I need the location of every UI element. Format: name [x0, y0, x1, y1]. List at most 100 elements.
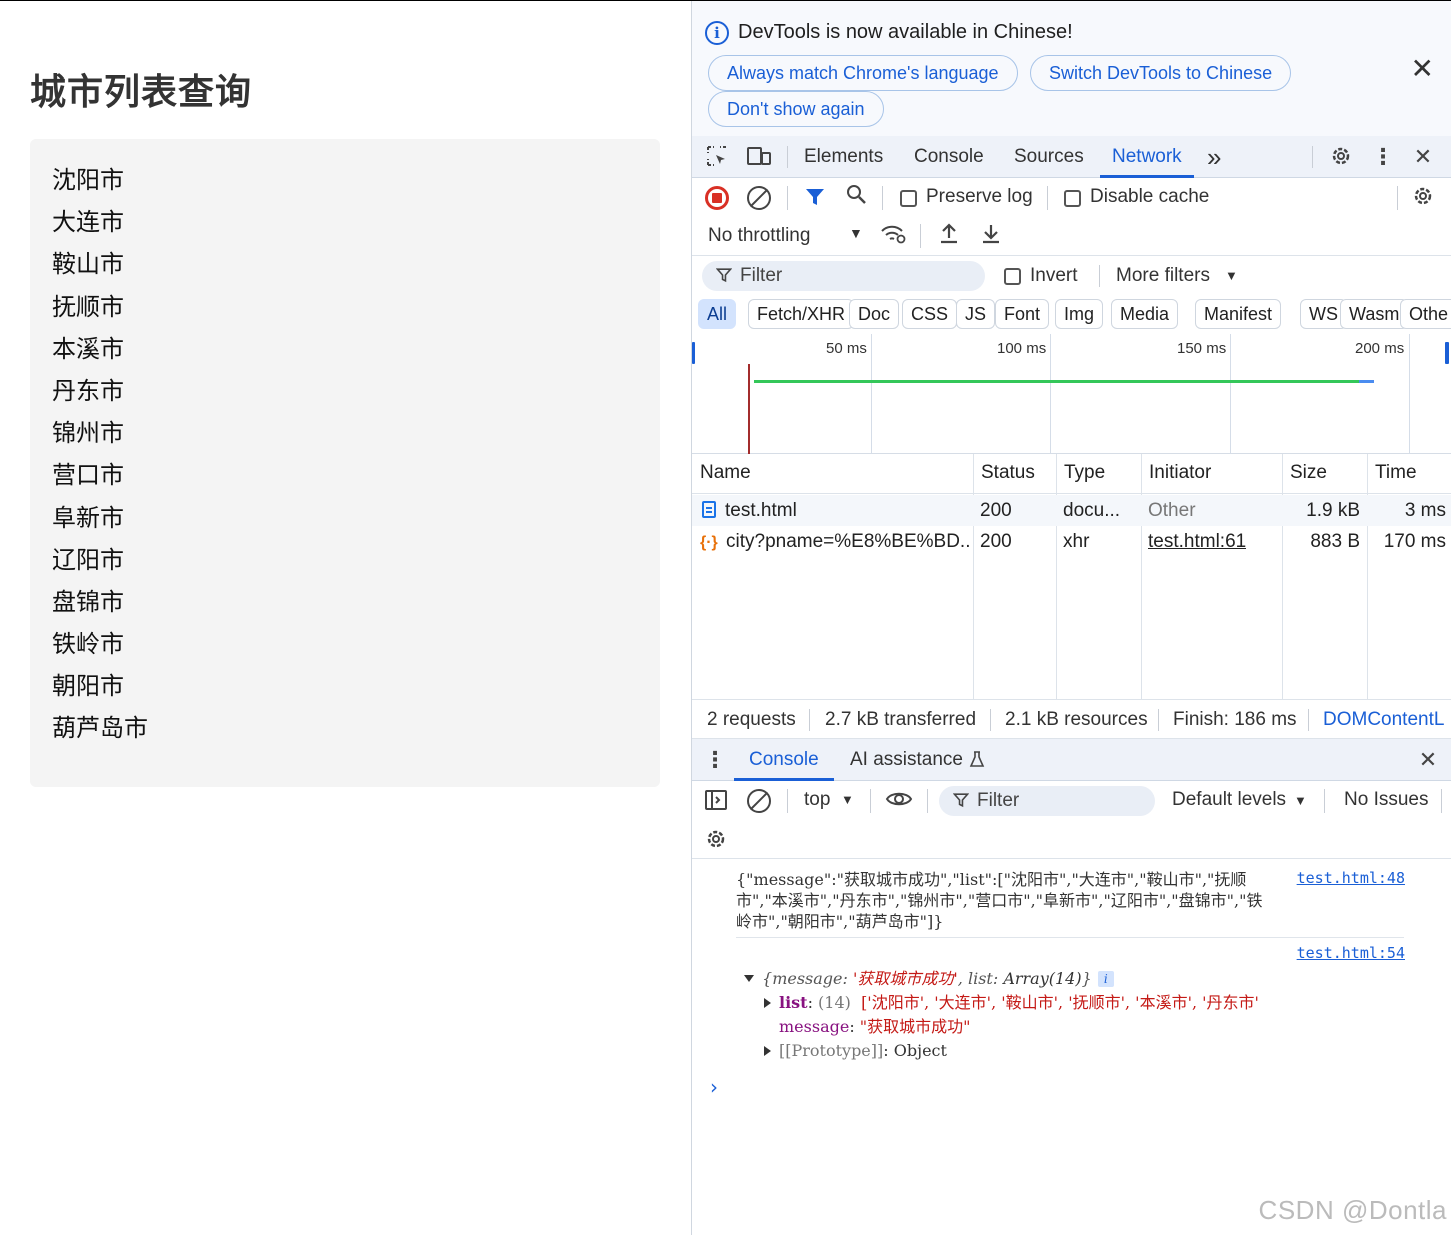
info-badge-icon[interactable]: i — [1097, 971, 1114, 987]
prop-key: [[Prototype]] — [779, 1041, 884, 1060]
list-property[interactable]: list: (14) ['沈阳市', '大连市', '鞍山市', '抚顺市', … — [764, 992, 1259, 1014]
summary-domcontentloaded: DOMContentL — [1323, 709, 1445, 730]
drawer-menu-icon[interactable]: ⋮ — [702, 747, 728, 773]
city-list-item: 丹东市 — [52, 377, 124, 405]
preserve-log-checkbox[interactable] — [900, 190, 917, 207]
grid-line — [1230, 334, 1231, 454]
prop-value: Object — [893, 1041, 947, 1060]
type-filter-js[interactable]: JS — [956, 299, 996, 329]
settings-gear-icon[interactable] — [1328, 144, 1354, 170]
issues-counter[interactable]: No Issues — [1344, 789, 1428, 811]
filter-funnel-icon[interactable] — [804, 186, 826, 214]
table-row[interactable]: test.html 200 docu... Other 1.9 kB 3 ms — [692, 495, 1451, 526]
chevron-down-icon[interactable]: ▼ — [1225, 268, 1238, 283]
inspect-element-icon[interactable] — [704, 144, 730, 170]
kebab-menu-icon[interactable]: ⋮ — [1370, 144, 1396, 170]
divider — [1047, 186, 1048, 210]
chevron-down-icon[interactable]: ▼ — [1294, 793, 1307, 808]
divider — [787, 186, 788, 210]
type-filter-font[interactable]: Font — [995, 299, 1050, 329]
source-link[interactable]: test.html:48 — [1297, 869, 1405, 887]
obj-key: message — [772, 969, 843, 988]
column-header-type[interactable]: Type — [1056, 454, 1141, 494]
network-request-table: Name Status Type Initiator Size Time tes… — [692, 454, 1451, 699]
switch-chinese-button[interactable]: Switch DevTools to Chinese — [1030, 55, 1292, 91]
close-drawer-icon[interactable]: ✕ — [1415, 747, 1441, 773]
type-filter-manifest[interactable]: Manifest — [1195, 299, 1282, 329]
type-filter-media[interactable]: Media — [1111, 299, 1179, 329]
expand-triangle-icon[interactable] — [764, 1046, 771, 1056]
table-row[interactable]: {·} city?pname=%E8%BE%BD... 200 xhr test.… — [692, 526, 1451, 557]
request-status: 200 — [980, 500, 1012, 521]
close-devtools-icon[interactable]: ✕ — [1410, 144, 1436, 170]
request-bar-waiting — [754, 380, 1359, 383]
throttling-select[interactable]: No throttling — [708, 225, 810, 247]
type-filter-othe[interactable]: Othe — [1400, 299, 1451, 329]
console-filter-input[interactable]: Filter — [939, 786, 1155, 816]
more-filters-dropdown[interactable]: More filters — [1116, 265, 1210, 287]
match-language-button[interactable]: Always match Chrome's language — [708, 55, 1018, 91]
type-filter-img[interactable]: Img — [1055, 299, 1104, 329]
search-icon[interactable] — [844, 182, 868, 213]
dont-show-again-button[interactable]: Don't show again — [708, 91, 884, 127]
more-tabs-icon[interactable]: » — [1207, 136, 1221, 178]
web-page: 城市列表查询 沈阳市 大连市 鞍山市 抚顺市 本溪市 丹东市 锦州市 营口市 阜新市 辽阳市 盘锦市… — [0, 1, 691, 1235]
object-summary[interactable]: {message: '获取城市成功', list: Array(14)} i — [744, 968, 1114, 990]
prop-key: list — [779, 993, 808, 1012]
chevron-down-icon[interactable]: ▼ — [849, 225, 863, 241]
tab-elements[interactable]: Elements — [804, 136, 883, 178]
disable-cache-checkbox[interactable] — [1064, 190, 1081, 207]
column-header-size[interactable]: Size — [1282, 454, 1367, 494]
column-header-status[interactable]: Status — [973, 454, 1056, 494]
type-filter-css[interactable]: CSS — [902, 299, 958, 329]
expand-triangle-icon[interactable] — [744, 975, 754, 982]
timeline-left-handle[interactable] — [692, 342, 695, 364]
request-status: 200 — [980, 531, 1012, 552]
device-toolbar-icon[interactable] — [746, 144, 772, 170]
prototype-property[interactable]: [[Prototype]]: Object — [764, 1040, 947, 1062]
console-settings-icon[interactable] — [704, 827, 728, 858]
column-header-name[interactable]: Name — [692, 454, 973, 494]
clear-console-icon[interactable] — [747, 789, 771, 813]
type-filter-doc[interactable]: Doc — [849, 299, 900, 329]
source-link[interactable]: test.html:54 — [1297, 944, 1405, 962]
invert-checkbox[interactable] — [1004, 268, 1021, 285]
clear-icon[interactable] — [747, 186, 771, 210]
drawer-tab-console[interactable]: Console — [734, 739, 834, 781]
request-type: xhr — [1063, 531, 1090, 552]
summary-transferred: 2.7 kB transferred — [825, 709, 977, 730]
drawer-tab-ai-assistance[interactable]: AI assistance — [850, 739, 985, 781]
type-filter-all[interactable]: All — [698, 299, 737, 329]
console-log-message: {"message":"获取城市成功","list":["沈阳市","大连市",… — [736, 870, 1263, 931]
network-conditions-icon[interactable] — [880, 222, 908, 253]
network-overview-timeline[interactable]: 50 ms 100 ms 150 ms 200 ms — [692, 334, 1451, 454]
upload-icon[interactable] — [938, 222, 960, 253]
divider — [920, 224, 921, 248]
network-settings-icon[interactable] — [1411, 184, 1435, 215]
chevron-down-icon[interactable]: ▼ — [841, 792, 854, 807]
request-name[interactable]: {·} city?pname=%E8%BE%BD... — [700, 526, 970, 557]
console-prompt-icon[interactable]: › — [710, 1075, 718, 1099]
divider — [787, 146, 788, 168]
tab-console[interactable]: Console — [914, 136, 984, 178]
divider — [1158, 709, 1159, 731]
tab-sources[interactable]: Sources — [1014, 136, 1084, 178]
log-levels-dropdown[interactable]: Default levels — [1172, 789, 1286, 811]
request-name[interactable]: test.html — [702, 495, 970, 526]
column-header-initiator[interactable]: Initiator — [1141, 454, 1282, 494]
context-selector[interactable]: top — [804, 789, 830, 811]
type-filter-wasm[interactable]: Wasm — [1340, 299, 1409, 329]
close-icon[interactable]: ✕ — [1411, 55, 1434, 83]
filter-input[interactable]: Filter — [702, 261, 985, 291]
type-filter-fetchxhr[interactable]: Fetch/XHR — [748, 299, 855, 329]
column-header-time[interactable]: Time — [1367, 454, 1451, 494]
expand-triangle-icon[interactable] — [764, 998, 771, 1008]
timeline-right-handle[interactable] — [1445, 342, 1449, 364]
download-icon[interactable] — [980, 222, 1002, 253]
sidebar-toggle-icon[interactable] — [704, 788, 728, 819]
eye-icon[interactable] — [885, 787, 913, 818]
obj-value: '获取城市成功' — [852, 969, 958, 988]
tab-network[interactable]: Network — [1100, 136, 1194, 178]
request-initiator-link[interactable]: test.html:61 — [1148, 526, 1246, 557]
stop-recording-icon[interactable] — [705, 186, 729, 210]
